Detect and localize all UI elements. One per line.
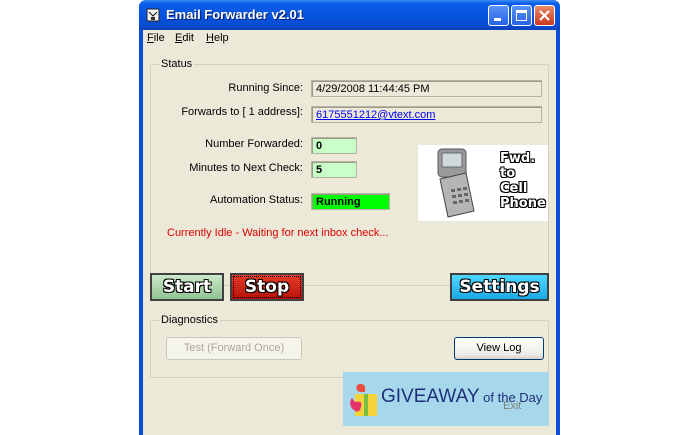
minimize-icon: [494, 18, 501, 21]
menu-help-mnemonic: H: [206, 32, 214, 44]
menu-file-mnemonic: F: [147, 32, 154, 44]
close-button[interactable]: [534, 5, 555, 26]
number-forwarded-label: Number Forwarded:: [205, 138, 303, 150]
automation-status-field: Running: [311, 193, 390, 210]
close-icon: [539, 10, 550, 21]
gift-icon: [350, 384, 377, 416]
cell-phone-icon: [437, 148, 475, 218]
maximize-button[interactable]: [511, 5, 532, 26]
menu-bar: File Edit Help: [143, 30, 556, 48]
title-bar[interactable]: Email Forwarder v2.01: [139, 0, 560, 30]
giveaway-watermark: Exit GIVEAWAY of the Day: [343, 372, 549, 426]
giveaway-main: GIVEAWAY: [381, 386, 480, 407]
app-window: Email Forwarder v2.01 File Edit Help Sta…: [139, 0, 560, 435]
diagnostics-group-label: Diagnostics: [159, 314, 220, 326]
number-forwarded-field: 0: [311, 137, 357, 154]
phone-caption-line: Fwd.: [500, 151, 536, 166]
minimize-button[interactable]: [488, 5, 509, 26]
minutes-to-next-check-label: Minutes to Next Check:: [189, 162, 303, 174]
phone-caption-line: Cell: [500, 181, 528, 196]
running-since-label: Running Since:: [228, 82, 303, 94]
phone-caption-line: Phone: [500, 196, 546, 211]
running-since-field: 4/29/2008 11:44:45 PM: [311, 80, 542, 97]
giveaway-text: GIVEAWAY of the Day: [381, 386, 542, 408]
forwards-to-field: 6175551212@vtext.com: [311, 106, 542, 123]
menu-help[interactable]: Help: [206, 32, 229, 44]
phone-caption-line: to: [500, 166, 516, 181]
view-log-button[interactable]: View Log: [454, 337, 544, 360]
start-button[interactable]: Start: [150, 273, 224, 301]
window-title: Email Forwarder v2.01: [166, 7, 305, 22]
status-group-label: Status: [159, 58, 195, 70]
maximize-icon: [516, 10, 527, 21]
minutes-to-next-check-field: 5: [311, 161, 357, 178]
menu-edit[interactable]: Edit: [175, 32, 194, 44]
cell-phone-image: Fwd. to Cell Phone: [418, 145, 548, 221]
forwards-to-label: Forwards to [ 1 address]:: [181, 106, 303, 118]
test-forward-once-button[interactable]: Test (Forward Once): [166, 337, 302, 360]
menu-file-label: ile: [153, 32, 165, 44]
menu-edit-label: dit: [182, 32, 194, 44]
giveaway-suffix: of the Day: [479, 390, 543, 405]
stop-button[interactable]: Stop: [230, 273, 304, 301]
forwards-to-email-link[interactable]: 6175551212@vtext.com: [316, 109, 435, 121]
phone-caption: Fwd. to Cell Phone: [500, 151, 546, 211]
menu-help-label: elp: [213, 32, 229, 44]
automation-status-label: Automation Status:: [210, 194, 303, 206]
app-icon: [146, 8, 160, 22]
status-message: Currently Idle - Waiting for next inbox …: [167, 227, 389, 239]
settings-button[interactable]: Settings: [450, 273, 549, 301]
menu-file[interactable]: File: [147, 32, 165, 44]
